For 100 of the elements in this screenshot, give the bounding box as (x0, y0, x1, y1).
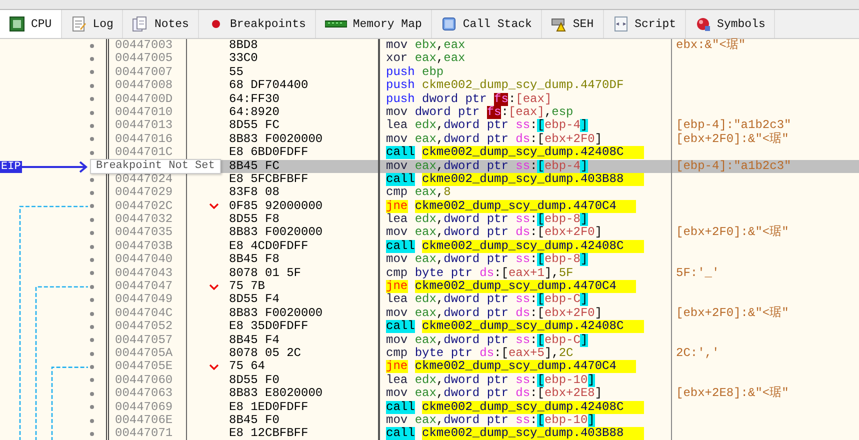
disassembly-row[interactable]: 00447040 8B45 F8 mov eax,dword ptr ss:[ebp-8] (0, 253, 859, 267)
breakpoint-dot[interactable] (90, 432, 94, 436)
disassembly-cell: mov dword ptr fs:[eax],esp (378, 106, 671, 120)
disassembly-cell: mov eax,dword ptr ss:[ebp-8] (378, 253, 671, 267)
document-icon (612, 16, 629, 32)
address-cell: 00447013 (106, 119, 186, 133)
bytes-cell: E8 4CD0FDFF (229, 240, 308, 254)
address-cell: 00447071 (106, 427, 186, 440)
bytes-cell: 8D55 F0 (229, 374, 280, 388)
bytes-cell: 33C0 (229, 52, 258, 66)
breakpoint-dot[interactable] (90, 110, 94, 115)
breakpoint-dot[interactable] (90, 70, 94, 74)
disassembly-row[interactable]: 0044705E 75 64 jne ckme002_dump_scy_dump.4470C4 (0, 360, 859, 374)
breakpoint-dot[interactable] (90, 365, 94, 370)
eip-label: EIP (0, 160, 22, 173)
disassembly-row[interactable]: 00447007 55 push ebp (0, 66, 859, 80)
address-cell: 0044700D (106, 92, 186, 106)
breakpoint-dot[interactable] (90, 137, 94, 142)
address-cell: 0044703B (106, 240, 186, 254)
bytes-cell: E8 12CBFBFF (229, 427, 308, 440)
bytes-cell: E8 5FCBFBFF (229, 172, 308, 186)
eip-arrow (22, 160, 90, 173)
address-cell: 00447029 (106, 186, 186, 200)
breakpoint-dot[interactable] (90, 84, 94, 88)
address-cell: 00447035 (106, 226, 186, 240)
address-cell: 00447016 (106, 132, 186, 146)
disassembly-row[interactable]: 00447003 8BD8 mov ebx,eax ebx:&"<琚" (0, 39, 859, 52)
disassembly-row[interactable]: 00447052 E8 35D0FDFF call ckme002_dump_scy_dump.42408C (0, 320, 859, 334)
breakpoint-dot[interactable] (90, 97, 94, 102)
bytes-cell: E8 1ED0FDFF (229, 400, 308, 414)
tooltip: Breakpoint Not Set (90, 158, 221, 174)
notepad-icon (70, 16, 87, 32)
breakpoint-dot[interactable] (90, 204, 94, 208)
breakpoint-dot[interactable] (90, 231, 94, 236)
disassembly-row[interactable]: 00447071 E8 12CBFBFF call ckme002_dump_scy_dump.403B88 (0, 427, 859, 440)
breakpoint-dot[interactable] (90, 44, 94, 48)
breakpoint-dot[interactable] (90, 271, 94, 276)
breakpoint-dot[interactable] (90, 298, 94, 302)
disassembly-row[interactable]: 00447047 75 7B jne ckme002_dump_scy_dump.4470C4 (0, 280, 859, 294)
disassembly-row[interactable]: 00447049 8D55 F4 lea edx,dword ptr ss:[ebp-C] (0, 293, 859, 307)
bytes-cell: 64:8920 (229, 106, 280, 120)
disassembly-cell: mov eax,dword ptr ss:[ebp-4] (378, 160, 671, 173)
address-cell: 00447007 (106, 66, 186, 80)
bytes-cell: 8D55 FC (229, 119, 280, 133)
bytes-cell: 8078 01 5F (229, 266, 302, 280)
disassembly-row[interactable]: 0044703B E8 4CD0FDFF call ckme002_dump_scy_dump.42408C (0, 240, 859, 254)
bytes-cell: 83F8 08 (229, 186, 280, 200)
breakpoint-dot[interactable] (90, 378, 94, 382)
disassembly-row[interactable]: 00447069 E8 1ED0FDFF call ckme002_dump_scy_dump.42408C (0, 400, 859, 414)
address-cell: 00447063 (106, 387, 186, 401)
disassembly-row[interactable]: 00447005 33C0 xor eax,eax (0, 52, 859, 66)
breakpoint-dot[interactable] (90, 312, 94, 316)
address-cell: 00447008 (106, 79, 186, 93)
comment-text: [ebp-4]:"a1b2c3" (676, 158, 792, 173)
bytes-cell: 8B45 FC (229, 160, 280, 173)
bytes-cell: 64:FF30 (229, 92, 280, 106)
disassembly-row[interactable]: 00447060 8D55 F0 lea edx,dword ptr ss:[ebp-10] (0, 374, 859, 388)
breakpoint-dot[interactable] (90, 324, 94, 329)
bytes-cell: 8D55 F8 (229, 213, 280, 226)
address-cell: 00447052 (106, 320, 186, 334)
disassembly-row[interactable]: 00447032 8D55 F8 lea edx,dword ptr ss:[ebp-8] (0, 213, 859, 226)
bytes-cell: 8078 05 2C (229, 346, 302, 360)
breakpoint-dot[interactable] (90, 418, 94, 423)
warning-icon (550, 16, 567, 32)
address-cell: 00447010 (106, 106, 186, 120)
comment-text: [ebx+2E8]:&"<琚" (676, 386, 789, 400)
bytes-cell: 8B45 F8 (229, 253, 280, 267)
breakpoint-dot[interactable] (90, 392, 94, 396)
breakpoint-dot[interactable] (90, 150, 94, 155)
disassembly-cell: mov ebx,eax (378, 39, 671, 52)
disassembly-row[interactable]: 00447013 8D55 FC lea edx,dword ptr ss:[ebp-4] [ebp-4]:"a1b2c3" (0, 119, 859, 133)
bytes-cell: 8BD8 (229, 39, 258, 52)
breakpoint-dot[interactable] (90, 57, 94, 62)
address-cell: 00447047 (106, 280, 186, 294)
disassembly-cell: lea edx,dword ptr ss:[ebp-4] (378, 119, 671, 133)
address-cell: 0044705E (106, 360, 186, 374)
breakpoint-dot[interactable] (90, 178, 94, 182)
ball-icon (695, 16, 712, 32)
tab[interactable]: CPU (0, 10, 62, 38)
bytes-cell: 75 7B (229, 280, 266, 294)
disassembly-cell: push ebp (378, 66, 671, 80)
breakpoint-dot[interactable] (90, 352, 94, 356)
breakpoint-dot[interactable] (90, 284, 94, 289)
breakpoint-dot[interactable] (90, 405, 94, 410)
disassembly-row[interactable]: 0044702C 0F85 92000000 jne ckme002_dump_scy_dump.4470C4 (0, 200, 859, 214)
breakpoint-dot[interactable] (90, 244, 94, 249)
bytes-cell: 8D55 F4 (229, 293, 280, 307)
comment-text: [ebx+2F0]:&"<琚" (676, 306, 789, 320)
breakpoint-dot[interactable] (90, 218, 94, 222)
breakpoint-dot[interactable] (90, 124, 94, 128)
breakpoint-dot[interactable] (90, 258, 94, 262)
bytes-cell: 0F85 92000000 (229, 200, 323, 214)
breakpoint-dot[interactable] (90, 338, 94, 342)
disassembly-row[interactable]: 00447057 8B45 F4 mov eax,dword ptr ss:[ebp-C] (0, 334, 859, 347)
address-cell: 00447005 (106, 52, 186, 66)
disassembly-cell: lea edx,dword ptr ss:[ebp-C] (378, 293, 671, 307)
bytes-cell: 8B83 F0020000 (229, 132, 323, 146)
bytes-cell: 8B83 F0020000 (229, 306, 323, 320)
breakpoint-dot[interactable] (90, 191, 94, 195)
comment-text: [ebx+2F0]:&"<琚" (676, 225, 789, 240)
